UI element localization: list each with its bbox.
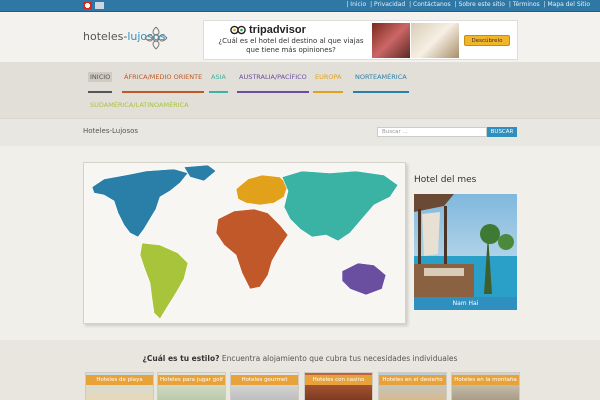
category-desert[interactable]: Hoteles en el desierto (378, 372, 447, 400)
category-golf[interactable]: Hoteles para jugar golf (157, 372, 226, 400)
nav-item-norteamerica[interactable]: NORTEAMÉRICA (353, 72, 409, 93)
search-input[interactable]: Buscar ... (377, 127, 487, 137)
map-region-south-america[interactable] (139, 242, 189, 320)
style-subtitle: Encuentra alojamiento que cubra tus nece… (221, 354, 458, 363)
category-label: Hoteles con casino (305, 375, 372, 385)
nav-item-africa[interactable]: ÁFRICA/MEDIO ORIENTE (122, 72, 205, 93)
nav-item-australia[interactable]: AUSTRALIA/PACÍFICO (237, 72, 309, 93)
nav-item-europa[interactable]: EUROPA (313, 72, 344, 93)
breadcrumb-bar: Hoteles-Lujosos Buscar ... BUSCAR (0, 118, 600, 146)
nav-underline (237, 91, 309, 93)
main-nav: INICIO ÁFRICA/MEDIO ORIENTE ASIA AUSTRAL… (0, 62, 600, 121)
search-button[interactable]: BUSCAR (487, 127, 517, 137)
hotel-of-month-title: Hotel del mes (414, 175, 477, 185)
category-beach[interactable]: Hoteles de playa (85, 372, 154, 400)
top-links: | Inicio | Privacidad | Contáctanos | So… (344, 1, 590, 8)
map-region-greenland[interactable] (183, 164, 217, 182)
swiss-flag-icon[interactable] (83, 2, 92, 9)
hotel-name-caption[interactable]: Nam Hai (414, 297, 517, 310)
logo-ornament-icon (144, 26, 168, 50)
category-casino[interactable]: Hoteles con casino (304, 372, 373, 400)
nav-underline (209, 91, 228, 93)
nav-label: ASIA (211, 73, 226, 81)
category-label: Hoteles gourmet (231, 375, 298, 385)
ad-room-image (411, 23, 459, 58)
nav-underline (353, 91, 409, 93)
category-label: Hoteles en el desierto (379, 375, 446, 385)
hotel-photo[interactable] (414, 194, 517, 297)
style-question: ¿Cuál es tu estilo? (142, 354, 220, 363)
map-region-asia[interactable] (281, 170, 399, 242)
top-link-privacidad[interactable]: | Privacidad (370, 1, 405, 8)
top-link-sobre[interactable]: | Sobre este sitio (455, 1, 505, 8)
ad-hotel-image (372, 23, 410, 58)
ad-question: ¿Cuál es el hotel del destino al que via… (218, 37, 364, 54)
nav-item-asia[interactable]: ASIA (209, 72, 228, 93)
nav-item-inicio[interactable]: INICIO (88, 72, 113, 93)
nav-label: NORTEAMÉRICA (355, 73, 407, 81)
nav-label: AUSTRALIA/PACÍFICO (239, 73, 307, 81)
language-flag-icon[interactable] (95, 2, 104, 9)
ad-brand: tripadvisor (249, 24, 306, 36)
logo-text-part1: hoteles- (83, 30, 128, 43)
nav-underline (313, 91, 344, 93)
world-map (83, 162, 406, 324)
nav-label: EUROPA (315, 73, 342, 81)
top-link-inicio[interactable]: | Inicio (346, 1, 366, 8)
map-region-australia[interactable] (341, 262, 387, 296)
world-map-svg (91, 164, 399, 320)
top-link-mapa[interactable]: | Mapa del Sitio (544, 1, 590, 8)
top-bar: | Inicio | Privacidad | Contáctanos | So… (0, 0, 600, 12)
style-heading: ¿Cuál es tu estilo? Encuentra alojamient… (0, 354, 600, 363)
category-gourmet[interactable]: Hoteles gourmet (230, 372, 299, 400)
nav-underline (88, 91, 113, 93)
category-label: Hoteles para jugar golf (158, 375, 225, 385)
map-region-europe[interactable] (235, 174, 289, 206)
map-region-north-america[interactable] (91, 168, 189, 238)
nav-label: ÁFRICA/MEDIO ORIENTE (124, 73, 203, 81)
nav-label: SUDAMÉRICA/LATINOAMÉRICA (90, 101, 189, 109)
category-label: Hoteles en la montaña (452, 375, 519, 385)
tripadvisor-ad[interactable]: tripadvisor ¿Cuál es el hotel del destin… (203, 20, 518, 60)
top-link-contactanos[interactable]: | Contáctanos (409, 1, 451, 8)
nav-label: INICIO (90, 73, 111, 81)
top-link-terminos[interactable]: | Términos (509, 1, 540, 8)
map-region-africa[interactable] (215, 208, 289, 290)
ad-discover-button[interactable]: Descúbrelo (464, 35, 510, 46)
nav-item-sudamerica[interactable]: SUDAMÉRICA/LATINOAMÉRICA (88, 100, 191, 121)
nav-underline (122, 91, 205, 93)
breadcrumb[interactable]: Hoteles-Lujosos (83, 127, 138, 135)
category-mountain[interactable]: Hoteles en la montaña (451, 372, 520, 400)
owl-icon (230, 25, 246, 35)
category-label: Hoteles de playa (86, 375, 153, 385)
